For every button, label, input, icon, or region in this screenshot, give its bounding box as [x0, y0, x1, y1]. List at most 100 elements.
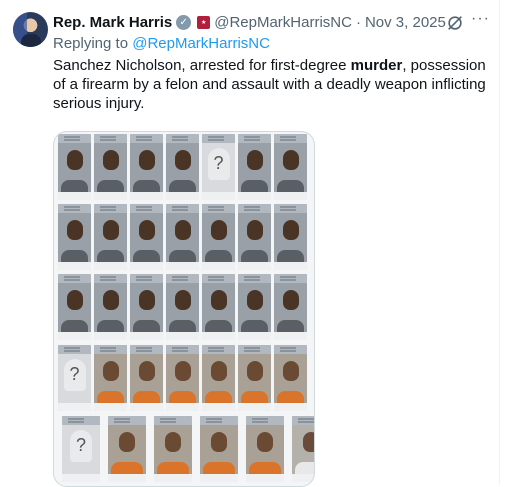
mugshot-face — [174, 220, 191, 240]
mugshot-face — [282, 220, 299, 240]
mugshot-face — [257, 432, 273, 452]
author-handle[interactable]: @RepMarkHarrisNC — [214, 14, 352, 31]
mugshot-cell — [274, 345, 307, 411]
mugshot-footer — [58, 332, 91, 340]
mugshot-shirt — [277, 320, 304, 332]
mugshot-cell — [238, 204, 271, 270]
mugshot-face — [210, 290, 227, 310]
mugshot-cell: ? — [58, 345, 91, 411]
mugshot-face — [138, 150, 155, 170]
tweet-text-paragraph-1: Sanchez Nicholson, arrested for first-de… — [53, 56, 493, 113]
mugshot-face — [138, 290, 155, 310]
mugshot-shirt — [277, 180, 304, 192]
mugshot-face — [138, 361, 155, 381]
mugshot-footer — [202, 403, 235, 411]
more-icon[interactable]: ··· — [471, 10, 490, 28]
mugshot-shirt — [169, 391, 196, 403]
mugshot-footer — [274, 403, 307, 411]
mugshot-shirt — [205, 391, 232, 403]
mugshot-footer — [58, 262, 91, 270]
mugshot-face — [102, 220, 119, 240]
mugshot-cell — [94, 204, 127, 270]
mugshot-shirt — [111, 462, 143, 474]
replying-to-label: Replying to — [53, 35, 129, 52]
mugshot-cell — [238, 274, 271, 340]
mugshot-cell — [58, 204, 91, 270]
mugshot-shirt — [97, 180, 124, 192]
mugshot-face — [174, 361, 191, 381]
replying-to: Replying to @RepMarkHarrisNC — [53, 35, 270, 52]
mugshot-label — [202, 274, 235, 283]
government-badge-icon[interactable]: ★ — [197, 15, 211, 29]
mugshot-cell — [58, 134, 91, 200]
mugshot-shirt — [169, 180, 196, 192]
mugshot-label — [166, 204, 199, 213]
avatar[interactable] — [13, 12, 48, 47]
tweet-media-image[interactable]: ??? — [53, 131, 315, 487]
mugshot-footer — [130, 403, 163, 411]
mugshot-label — [238, 274, 271, 283]
mugshot-face — [246, 220, 263, 240]
mugshot-shirt — [241, 180, 268, 192]
mugshot-label — [130, 134, 163, 143]
mugshot-label — [202, 134, 235, 143]
mugshot-footer — [58, 192, 91, 200]
mugshot-face — [282, 290, 299, 310]
mugshot-shirt — [133, 180, 160, 192]
mugshot-cell — [246, 416, 284, 482]
mugshot-face — [246, 150, 263, 170]
mugshot-cell — [200, 416, 238, 482]
mugshot-label — [130, 274, 163, 283]
mugshot-face — [66, 290, 83, 310]
mugshot-cell — [238, 134, 271, 200]
mugshot-cell — [202, 345, 235, 411]
mugshot-face — [66, 220, 83, 240]
mugshot-shirt — [61, 180, 88, 192]
mugshot-shirt — [203, 462, 235, 474]
mugshot-shirt — [241, 320, 268, 332]
mugshot-cell — [130, 134, 163, 200]
mugshot-face — [66, 150, 83, 170]
mugshot-label — [166, 274, 199, 283]
tweet-text-part: Sanchez Nicholson, arrested for first-de… — [53, 57, 351, 74]
mugshot-label — [274, 345, 307, 354]
mugshot-shirt — [97, 250, 124, 262]
mugshot-footer — [202, 192, 235, 200]
mugshot-label — [200, 416, 238, 425]
mugshot-shirt — [169, 250, 196, 262]
tweet[interactable]: Rep. Mark Harris ✓ ★ @RepMarkHarrisNC · … — [0, 0, 507, 487]
mugshot-cell — [166, 204, 199, 270]
mugshot-footer — [166, 403, 199, 411]
grok-icon[interactable] — [446, 14, 464, 32]
mugshot-footer — [246, 474, 284, 482]
mugshot-label — [238, 345, 271, 354]
mugshot-label — [274, 204, 307, 213]
mugshot-footer — [166, 332, 199, 340]
mugshot-cell — [94, 134, 127, 200]
mugshot-cell — [154, 416, 192, 482]
mugshot-face — [174, 290, 191, 310]
mugshot-face — [282, 150, 299, 170]
mugshot-shirt — [249, 462, 281, 474]
replying-to-link[interactable]: @RepMarkHarrisNC — [132, 35, 270, 52]
verified-badge-icon[interactable]: ✓ — [176, 14, 192, 30]
mugshot-cell — [130, 204, 163, 270]
mugshot-face — [246, 290, 263, 310]
mugshot-footer — [200, 474, 238, 482]
mugshot-face — [282, 361, 299, 381]
mugshot-cell — [274, 204, 307, 270]
mugshot-label — [274, 134, 307, 143]
mugshot-footer — [94, 332, 127, 340]
author-name[interactable]: Rep. Mark Harris — [53, 14, 172, 31]
mugshot-footer — [166, 262, 199, 270]
mugshot-shirt — [241, 391, 268, 403]
mugshot-cell — [94, 345, 127, 411]
mugshot-footer — [62, 474, 100, 482]
tweet-header: Rep. Mark Harris ✓ ★ @RepMarkHarrisNC · … — [53, 13, 446, 31]
mugshot-shirt — [295, 462, 314, 474]
mugshot-label — [94, 345, 127, 354]
tweet-date[interactable]: Nov 3, 2025 — [365, 14, 446, 31]
mugshot-label — [94, 274, 127, 283]
mugshot-cell — [166, 345, 199, 411]
column-divider — [499, 0, 500, 485]
